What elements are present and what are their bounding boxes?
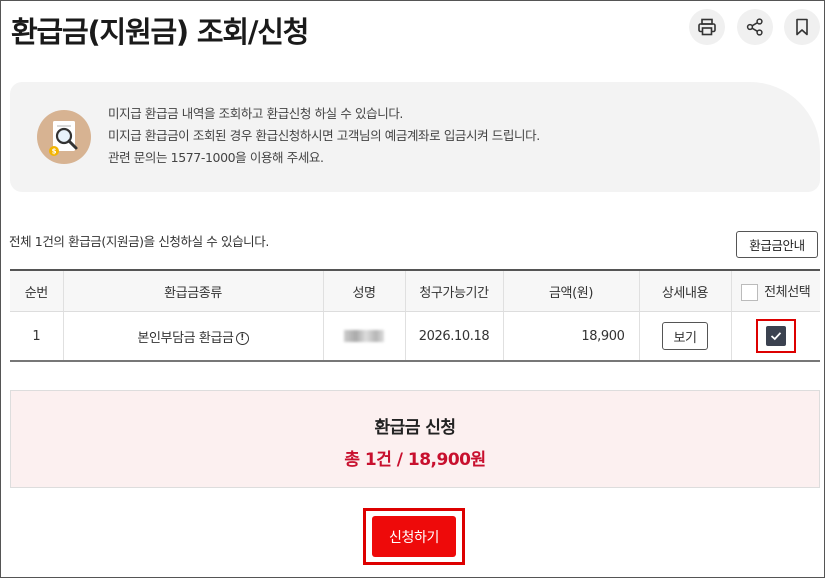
row-period: 2026.10.18 [404, 311, 503, 362]
svg-text:$: $ [52, 148, 57, 156]
printer-icon [698, 18, 716, 36]
page-frame: 환급금(지원금) 조회/신청 $ 미지급 환급금 내역을 조회하고 환급신청 하… [0, 0, 825, 578]
checkmark-icon [770, 332, 781, 341]
col-period-header: 청구가능기간 [404, 269, 503, 312]
row-type: 본인부담금 환급금! [62, 311, 323, 362]
share-button[interactable] [737, 9, 773, 45]
row-name [322, 311, 405, 362]
bookmark-icon [796, 18, 808, 36]
info-line: 미지급 환급금 내역을 조회하고 환급신청 하실 수 있습니다. [108, 106, 403, 121]
table-row: 1 본인부담금 환급금! 2026.10.18 18,900 보기 [10, 311, 820, 362]
highlighted-select [755, 319, 796, 353]
row-amount: 18,900 [502, 311, 639, 362]
select-all-label: 전체선택 [764, 285, 811, 300]
row-type-label: 본인부담금 환급금 [137, 330, 234, 346]
info-box: $ 미지급 환급금 내역을 조회하고 환급신청 하실 수 있습니다. 미지급 환… [10, 82, 820, 192]
page-title: 환급금(지원금) 조회/신청 [11, 15, 309, 49]
row-select-checkbox[interactable] [765, 326, 786, 346]
row-no: 1 [10, 311, 63, 362]
summary-box: 환급금 신청 총 1건 / 18,900원 [10, 390, 820, 488]
row-select [730, 311, 820, 362]
row-detail: 보기 [638, 311, 731, 362]
col-no-header: 순번 [10, 269, 63, 312]
count-notice: 전체 1건의 환급금(지원금)을 신청하실 수 있습니다. [9, 234, 269, 249]
col-type-header: 환급금종류 [62, 269, 323, 312]
apply-highlight: 신청하기 [363, 508, 465, 565]
info-text: 미지급 환급금 내역을 조회하고 환급신청 하실 수 있습니다. 미지급 환급금… [108, 103, 540, 169]
magnifier-document-icon: $ [37, 110, 91, 164]
share-icon [746, 18, 763, 36]
print-button[interactable] [689, 9, 725, 45]
col-select-header: 전체선택 [730, 269, 820, 312]
bookmark-button[interactable] [784, 9, 820, 45]
apply-button[interactable]: 신청하기 [372, 516, 456, 557]
select-all-checkbox[interactable] [741, 284, 759, 301]
view-detail-button[interactable]: 보기 [662, 322, 708, 350]
masked-name [344, 330, 384, 342]
table-header-row: 순번 환급금종류 성명 청구가능기간 금액(원) 상세내용 전체선택 [10, 269, 820, 312]
refund-guide-button[interactable]: 환급금안내 [736, 231, 818, 258]
summary-title: 환급금 신청 [374, 418, 456, 438]
col-amount-header: 금액(원) [502, 269, 639, 312]
info-line: 관련 문의는 1577-1000을 이용해 주세요. [108, 150, 324, 165]
col-name-header: 성명 [322, 269, 405, 312]
summary-total: 총 1건 / 18,900원 [344, 450, 486, 470]
info-circle-icon[interactable]: ! [235, 331, 249, 345]
refund-table: 순번 환급금종류 성명 청구가능기간 금액(원) 상세내용 전체선택 1 본인부… [10, 269, 820, 362]
col-detail-header: 상세내용 [638, 269, 731, 312]
info-line: 미지급 환급금이 조회된 경우 환급신청하시면 고객님의 예금계좌로 입금시켜 … [108, 128, 540, 143]
